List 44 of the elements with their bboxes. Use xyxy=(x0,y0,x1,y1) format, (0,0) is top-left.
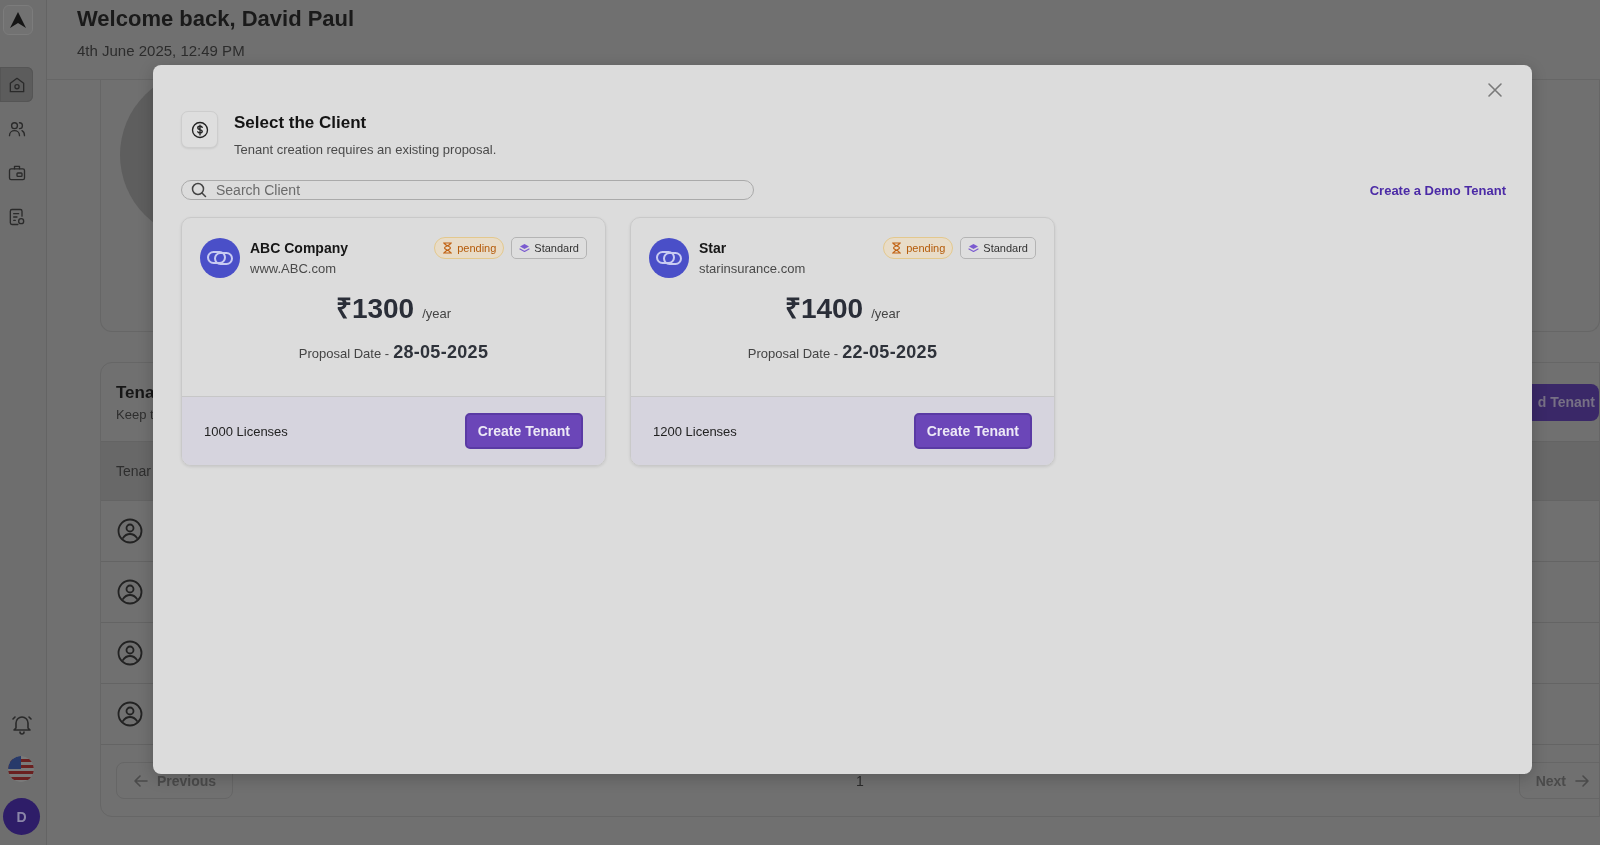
dialog-subtitle: Tenant creation requires an existing proposal. xyxy=(234,142,497,157)
app-logo[interactable] xyxy=(3,5,33,35)
arrow-right-icon xyxy=(1574,772,1590,789)
user-circle-icon xyxy=(117,579,143,605)
client-website: www.ABC.com xyxy=(250,261,337,276)
panel-title: Tena xyxy=(116,382,155,403)
home-nav-icon[interactable] xyxy=(0,67,33,102)
client-name: Star xyxy=(699,240,728,256)
status-badge: pending xyxy=(883,237,954,259)
licenses-text: 1000 Licenses xyxy=(204,423,288,439)
client-logo-icon xyxy=(200,238,240,278)
client-name: ABC Company xyxy=(250,240,349,256)
date-label: Proposal Date - xyxy=(298,346,390,361)
proposal-date: 22-05-2025 xyxy=(842,342,938,363)
close-icon[interactable] xyxy=(1486,81,1504,99)
page-number[interactable]: 1 xyxy=(851,772,864,789)
period-text: /year xyxy=(422,306,452,321)
period-text: /year xyxy=(871,306,901,321)
date-label: Proposal Date - xyxy=(747,346,839,361)
date-text: 4th June 2025, 12:49 PM xyxy=(77,42,246,59)
user-avatar[interactable]: D xyxy=(3,798,40,835)
client-website: starinsurance.com xyxy=(699,261,807,276)
user-circle-icon xyxy=(117,518,143,544)
create-demo-link[interactable]: Create a Demo Tenant xyxy=(1369,182,1506,198)
dollar-icon xyxy=(181,111,218,148)
user-circle-icon xyxy=(117,701,143,727)
user-circle-icon xyxy=(117,640,143,666)
price-text: ₹1400 xyxy=(784,292,864,326)
welcome-title: Welcome back, David Paul xyxy=(77,6,356,32)
search-field[interactable]: Search Client xyxy=(181,180,754,200)
proposal-date: 28-05-2025 xyxy=(393,342,489,363)
flag-icon[interactable] xyxy=(8,756,34,782)
price-text: ₹1300 xyxy=(335,292,415,326)
panel-subtitle: Keep t xyxy=(116,406,155,422)
client-logo-icon xyxy=(649,238,689,278)
plan-badge: Standard xyxy=(511,237,587,259)
create-tenant-button[interactable]: Create Tenant xyxy=(913,413,1032,449)
dialog-title: Select the Client xyxy=(234,113,368,133)
create-tenant-button[interactable]: Create Tenant xyxy=(464,413,583,449)
licenses-text: 1200 Licenses xyxy=(653,423,737,439)
arrow-left-icon xyxy=(133,772,149,789)
search-icon xyxy=(191,182,207,198)
plan-badge: Standard xyxy=(960,237,1036,259)
status-badge: pending xyxy=(434,237,505,259)
